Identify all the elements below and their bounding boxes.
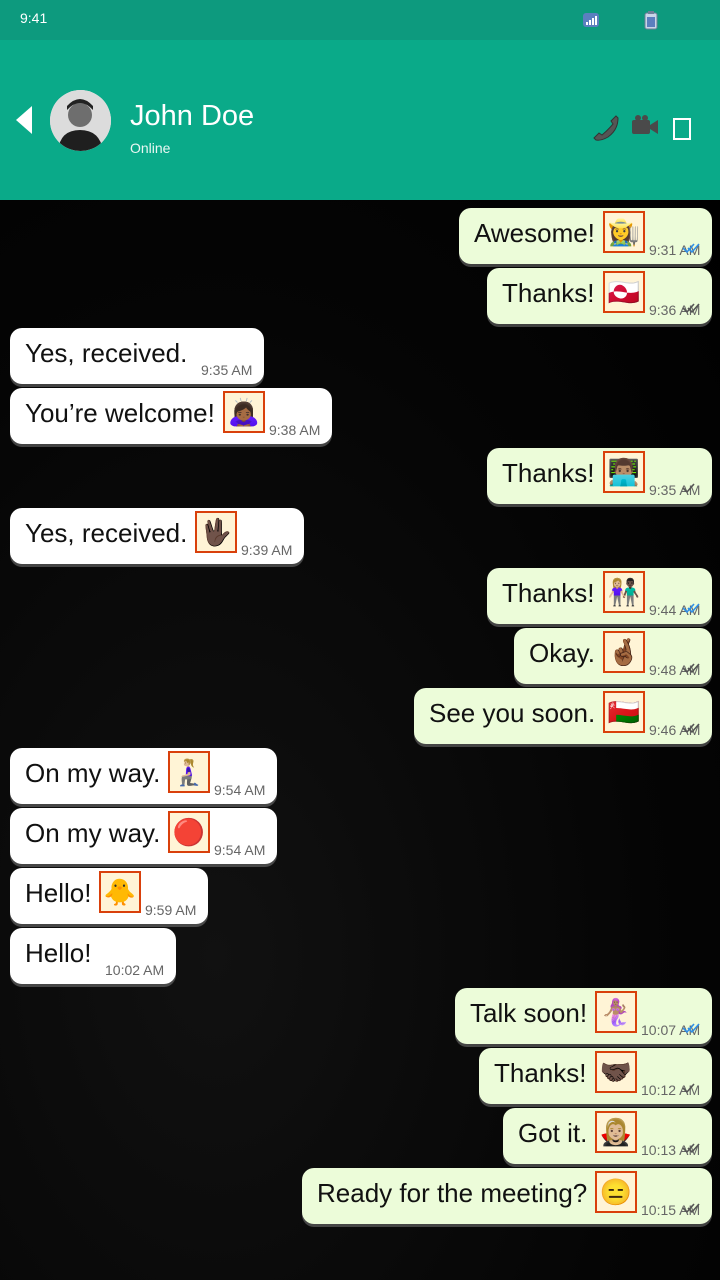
message-time: 9:59 AM: [145, 902, 197, 918]
status-bar: 9:41: [0, 0, 720, 40]
emoji-sticker-icon: 👩🏼‍🤝‍👨🏿: [603, 571, 645, 613]
video-call-icon[interactable]: [630, 114, 660, 140]
emoji-sticker-icon: 😑: [595, 1171, 637, 1213]
signal-icon: [583, 13, 599, 27]
message-text: Ready for the meeting?: [317, 1178, 588, 1208]
outgoing-message[interactable]: Okay. 🤞🏾 9:48 AM: [514, 628, 712, 684]
message-text: Thanks!: [502, 278, 595, 308]
double-tick-icon: [682, 603, 700, 614]
emoji-sticker-icon: 🇬🇱: [603, 271, 645, 313]
emoji-sticker-icon: 🔴: [168, 811, 210, 853]
back-arrow-icon[interactable]: [14, 104, 34, 136]
outgoing-message[interactable]: Ready for the meeting? 😑 10:15 AM: [302, 1168, 712, 1224]
emoji-sticker-icon: 🤞🏾: [603, 631, 645, 673]
incoming-message[interactable]: Yes, received. 9:35 AM: [10, 328, 264, 384]
emoji-sticker-icon: 🧎🏼‍♀️: [168, 751, 210, 793]
double-tick-icon: [682, 1023, 700, 1034]
message-text: See you soon.: [429, 698, 596, 728]
message-list[interactable]: Awesome! 👩‍🌾 9:31 AM Thanks! 🇬🇱 9:36 AM Yes, r…: [0, 200, 720, 1280]
outgoing-message[interactable]: Got it. 🧛🏼‍♀️ 10:13 AM: [503, 1108, 712, 1164]
sent-tick-icon: [682, 483, 695, 494]
emoji-sticker-icon: 👩‍🌾: [603, 211, 645, 253]
double-tick-icon: [682, 723, 700, 734]
double-tick-icon: [682, 1143, 700, 1154]
emoji-sticker-icon: 🐥: [99, 871, 141, 913]
chat-header: John Doe Online: [0, 40, 720, 200]
message-text: Hello!: [25, 878, 92, 908]
contact-name[interactable]: John Doe: [130, 100, 254, 133]
battery-icon: [644, 11, 658, 30]
outgoing-message[interactable]: Talk soon! 🧜🏽‍♀️ 10:07 AM: [455, 988, 712, 1044]
incoming-message[interactable]: You’re welcome! 🙇🏾‍♀️ 9:38 AM: [10, 388, 332, 444]
message-text: Got it.: [518, 1118, 588, 1148]
message-text: You’re welcome!: [25, 398, 215, 428]
message-text: Yes, received.: [25, 518, 188, 548]
double-tick-icon: [682, 303, 700, 314]
message-text: Hello!: [25, 938, 92, 968]
emoji-sticker-icon: 🤝🏿: [595, 1051, 637, 1093]
double-tick-icon: [682, 243, 700, 254]
message-time: 9:54 AM: [214, 782, 266, 798]
message-time: 9:54 AM: [214, 842, 266, 858]
avatar-image: [50, 90, 111, 151]
message-text: Thanks!: [502, 458, 595, 488]
outgoing-message[interactable]: Thanks! 🇬🇱 9:36 AM: [487, 268, 712, 324]
message-text: Thanks!: [502, 578, 595, 608]
message-text: Thanks!: [494, 1058, 587, 1088]
status-time: 9:41: [20, 10, 48, 26]
incoming-message[interactable]: On my way. 🔴 9:54 AM: [10, 808, 277, 864]
message-time: 9:38 AM: [269, 422, 321, 438]
message-text: On my way.: [25, 758, 161, 788]
outgoing-message[interactable]: Thanks! 👩🏼‍🤝‍👨🏿 9:44 AM: [487, 568, 712, 624]
incoming-message[interactable]: Yes, received. 🖖🏿 9:39 AM: [10, 508, 304, 564]
emoji-sticker-icon: 🙇🏾‍♀️: [223, 391, 265, 433]
message-text: Okay.: [529, 638, 595, 668]
message-time: 9:39 AM: [241, 542, 293, 558]
double-tick-icon: [682, 663, 700, 674]
emoji-sticker-icon: 🧜🏽‍♀️: [595, 991, 637, 1033]
outgoing-message[interactable]: Thanks! 👨🏽‍💻 9:35 AM: [487, 448, 712, 504]
message-text: Awesome!: [474, 218, 595, 248]
incoming-message[interactable]: Hello! 10:02 AM: [10, 928, 176, 984]
emoji-sticker-icon: 🧛🏼‍♀️: [595, 1111, 637, 1153]
message-text: On my way.: [25, 818, 161, 848]
outgoing-message[interactable]: See you soon. 🇴🇲 9:46 AM: [414, 688, 712, 744]
contact-status: Online: [130, 140, 171, 156]
outgoing-message[interactable]: Awesome! 👩‍🌾 9:31 AM: [459, 208, 712, 264]
incoming-message[interactable]: Hello! 🐥 9:59 AM: [10, 868, 208, 924]
emoji-sticker-icon: 🖖🏿: [195, 511, 237, 553]
message-time: 9:35 AM: [201, 362, 253, 378]
emoji-sticker-icon: 🇴🇲: [603, 691, 645, 733]
message-text: Yes, received.: [25, 338, 188, 368]
double-tick-icon: [682, 1203, 700, 1214]
incoming-message[interactable]: On my way. 🧎🏼‍♀️ 9:54 AM: [10, 748, 277, 804]
contact-avatar[interactable]: [50, 90, 111, 151]
message-time: 10:02 AM: [105, 962, 165, 978]
sent-tick-icon: [682, 1083, 695, 1094]
more-options-icon[interactable]: [673, 118, 691, 140]
phone-call-icon[interactable]: [590, 112, 620, 142]
message-text: Talk soon!: [470, 998, 588, 1028]
emoji-sticker-icon: 👨🏽‍💻: [603, 451, 645, 493]
outgoing-message[interactable]: Thanks! 🤝🏿 10:12 AM: [479, 1048, 712, 1104]
